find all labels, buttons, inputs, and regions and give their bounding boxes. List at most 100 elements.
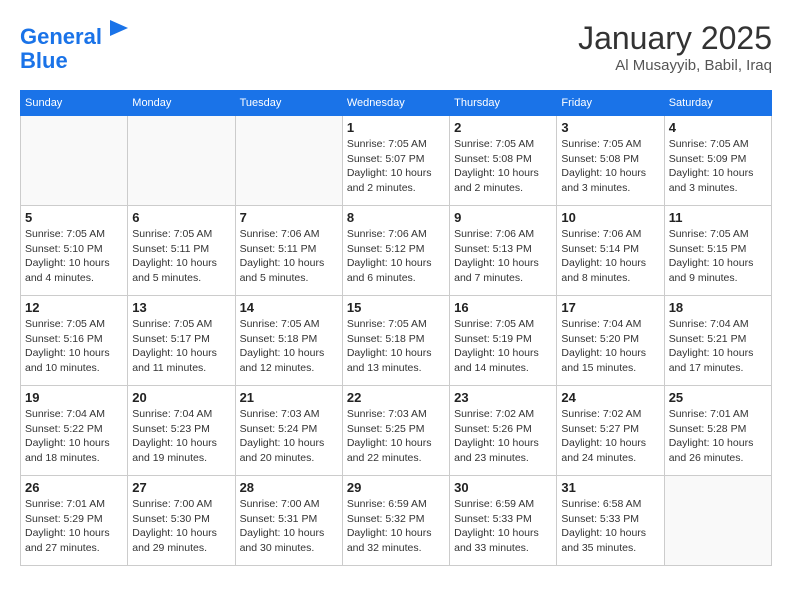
calendar-cell: 13Sunrise: 7:05 AM Sunset: 5:17 PM Dayli…: [128, 296, 235, 386]
calendar-cell: [21, 116, 128, 206]
day-number: 18: [669, 300, 767, 315]
day-info: Sunrise: 7:02 AM Sunset: 5:27 PM Dayligh…: [561, 407, 659, 466]
calendar-cell: 23 Sunrise: 7:02 AM Sunset: 5:26 PM Dayli…: [450, 386, 557, 476]
day-info: Sunrise: 7:02 AM Sunset: 5:26 PM Dayligh…: [454, 407, 552, 466]
calendar-cell: 26 Sunrise: 7:01 AM Sunset: 5:29 PM Dayli…: [21, 476, 128, 566]
calendar-cell: 16 Sunrise: 7:05 AM Sunset: 5:19 PM Dayli…: [450, 296, 557, 386]
calendar-cell: [235, 116, 342, 206]
day-number: 5: [25, 210, 123, 225]
day-info: Sunrise: 7:06 AM Sunset: 5:12 PM Dayligh…: [347, 227, 445, 286]
calendar-week-row: 19 Sunrise: 7:04 AM Sunset: 5:22 PM Dayli…: [21, 386, 772, 476]
day-number: 8: [347, 210, 445, 225]
calendar-table: SundayMondayTuesdayWednesdayThursdayFrid…: [20, 90, 772, 566]
day-info: Sunrise: 6:59 AM Sunset: 5:32 PM Dayligh…: [347, 497, 445, 556]
day-number: 11: [669, 210, 767, 225]
calendar-cell: 14Sunrise: 7:05 AM Sunset: 5:18 PM Dayli…: [235, 296, 342, 386]
day-number: 20: [132, 390, 230, 405]
day-info: Sunrise: 7:04 AM Sunset: 5:23 PM Dayligh…: [132, 407, 230, 466]
day-number: 30: [454, 480, 552, 495]
column-header-friday: Friday: [557, 91, 664, 116]
day-info: Sunrise: 7:04 AM Sunset: 5:20 PM Dayligh…: [561, 317, 659, 376]
calendar-cell: 1Sunrise: 7:05 AM Sunset: 5:07 PM Daylig…: [342, 116, 449, 206]
calendar-cell: [128, 116, 235, 206]
day-number: 31: [561, 480, 659, 495]
calendar-cell: 20 Sunrise: 7:04 AM Sunset: 5:23 PM Dayli…: [128, 386, 235, 476]
calendar-cell: 12Sunrise: 7:05 AM Sunset: 5:16 PM Dayli…: [21, 296, 128, 386]
calendar-cell: 22 Sunrise: 7:03 AM Sunset: 5:25 PM Dayli…: [342, 386, 449, 476]
logo: General Blue: [20, 20, 128, 73]
day-number: 23: [454, 390, 552, 405]
day-number: 19: [25, 390, 123, 405]
day-number: 15: [347, 300, 445, 315]
day-info: Sunrise: 7:05 AM Sunset: 5:08 PM Dayligh…: [454, 137, 552, 196]
day-info: Sunrise: 7:05 AM Sunset: 5:09 PM Dayligh…: [669, 137, 767, 196]
day-info: Sunrise: 7:05 AM Sunset: 5:10 PM Dayligh…: [25, 227, 123, 286]
day-info: Sunrise: 7:05 AM Sunset: 5:11 PM Dayligh…: [132, 227, 230, 286]
day-number: 1: [347, 120, 445, 135]
day-number: 21: [240, 390, 338, 405]
calendar-cell: 30 Sunrise: 6:59 AM Sunset: 5:33 PM Dayli…: [450, 476, 557, 566]
calendar-cell: 7 Sunrise: 7:06 AM Sunset: 5:11 PM Daylig…: [235, 206, 342, 296]
day-info: Sunrise: 7:01 AM Sunset: 5:29 PM Dayligh…: [25, 497, 123, 556]
day-number: 3: [561, 120, 659, 135]
calendar-cell: 29 Sunrise: 6:59 AM Sunset: 5:32 PM Dayli…: [342, 476, 449, 566]
day-number: 13: [132, 300, 230, 315]
day-number: 7: [240, 210, 338, 225]
calendar-cell: 21 Sunrise: 7:03 AM Sunset: 5:24 PM Dayli…: [235, 386, 342, 476]
day-info: Sunrise: 7:05 AM Sunset: 5:18 PM Dayligh…: [347, 317, 445, 376]
day-info: Sunrise: 7:03 AM Sunset: 5:24 PM Dayligh…: [240, 407, 338, 466]
calendar-cell: 10Sunrise: 7:06 AM Sunset: 5:14 PM Dayli…: [557, 206, 664, 296]
calendar-cell: 6 Sunrise: 7:05 AM Sunset: 5:11 PM Daylig…: [128, 206, 235, 296]
day-number: 26: [25, 480, 123, 495]
day-number: 22: [347, 390, 445, 405]
day-number: 2: [454, 120, 552, 135]
logo-icon: [110, 20, 128, 44]
day-info: Sunrise: 7:05 AM Sunset: 5:18 PM Dayligh…: [240, 317, 338, 376]
day-number: 4: [669, 120, 767, 135]
day-number: 24: [561, 390, 659, 405]
day-info: Sunrise: 7:06 AM Sunset: 5:11 PM Dayligh…: [240, 227, 338, 286]
calendar-cell: 11 Sunrise: 7:05 AM Sunset: 5:15 PM Dayli…: [664, 206, 771, 296]
column-header-thursday: Thursday: [450, 91, 557, 116]
day-info: Sunrise: 6:59 AM Sunset: 5:33 PM Dayligh…: [454, 497, 552, 556]
day-number: 16: [454, 300, 552, 315]
day-info: Sunrise: 7:06 AM Sunset: 5:13 PM Dayligh…: [454, 227, 552, 286]
calendar-week-row: 1Sunrise: 7:05 AM Sunset: 5:07 PM Daylig…: [21, 116, 772, 206]
calendar-week-row: 26 Sunrise: 7:01 AM Sunset: 5:29 PM Dayli…: [21, 476, 772, 566]
calendar-cell: 24 Sunrise: 7:02 AM Sunset: 5:27 PM Dayli…: [557, 386, 664, 476]
calendar-cell: 2 Sunrise: 7:05 AM Sunset: 5:08 PM Daylig…: [450, 116, 557, 206]
calendar-header-row: SundayMondayTuesdayWednesdayThursdayFrid…: [21, 91, 772, 116]
day-number: 28: [240, 480, 338, 495]
day-info: Sunrise: 6:58 AM Sunset: 5:33 PM Dayligh…: [561, 497, 659, 556]
calendar-cell: 5 Sunrise: 7:05 AM Sunset: 5:10 PM Daylig…: [21, 206, 128, 296]
day-info: Sunrise: 7:05 AM Sunset: 5:19 PM Dayligh…: [454, 317, 552, 376]
day-number: 10: [561, 210, 659, 225]
calendar-cell: 19 Sunrise: 7:04 AM Sunset: 5:22 PM Dayli…: [21, 386, 128, 476]
calendar-cell: 3 Sunrise: 7:05 AM Sunset: 5:08 PM Daylig…: [557, 116, 664, 206]
column-header-tuesday: Tuesday: [235, 91, 342, 116]
title-block: January 2025 Al Musayyib, Babil, Iraq: [578, 20, 772, 74]
day-number: 27: [132, 480, 230, 495]
calendar-cell: 8 Sunrise: 7:06 AM Sunset: 5:12 PM Daylig…: [342, 206, 449, 296]
column-header-saturday: Saturday: [664, 91, 771, 116]
calendar-cell: 4 Sunrise: 7:05 AM Sunset: 5:09 PM Daylig…: [664, 116, 771, 206]
calendar-cell: 25Sunrise: 7:01 AM Sunset: 5:28 PM Dayli…: [664, 386, 771, 476]
day-number: 25: [669, 390, 767, 405]
day-number: 9: [454, 210, 552, 225]
day-number: 29: [347, 480, 445, 495]
column-header-monday: Monday: [128, 91, 235, 116]
day-number: 17: [561, 300, 659, 315]
day-number: 6: [132, 210, 230, 225]
calendar-week-row: 5 Sunrise: 7:05 AM Sunset: 5:10 PM Daylig…: [21, 206, 772, 296]
day-info: Sunrise: 7:03 AM Sunset: 5:25 PM Dayligh…: [347, 407, 445, 466]
day-info: Sunrise: 7:05 AM Sunset: 5:08 PM Dayligh…: [561, 137, 659, 196]
calendar-cell: 28Sunrise: 7:00 AM Sunset: 5:31 PM Dayli…: [235, 476, 342, 566]
calendar-week-row: 12Sunrise: 7:05 AM Sunset: 5:16 PM Dayli…: [21, 296, 772, 386]
column-header-wednesday: Wednesday: [342, 91, 449, 116]
calendar-cell: 17 Sunrise: 7:04 AM Sunset: 5:20 PM Dayli…: [557, 296, 664, 386]
day-info: Sunrise: 7:05 AM Sunset: 5:15 PM Dayligh…: [669, 227, 767, 286]
calendar-cell: 18Sunrise: 7:04 AM Sunset: 5:21 PM Dayli…: [664, 296, 771, 386]
logo-text: General Blue: [20, 20, 128, 73]
calendar-cell: [664, 476, 771, 566]
day-info: Sunrise: 7:04 AM Sunset: 5:22 PM Dayligh…: [25, 407, 123, 466]
